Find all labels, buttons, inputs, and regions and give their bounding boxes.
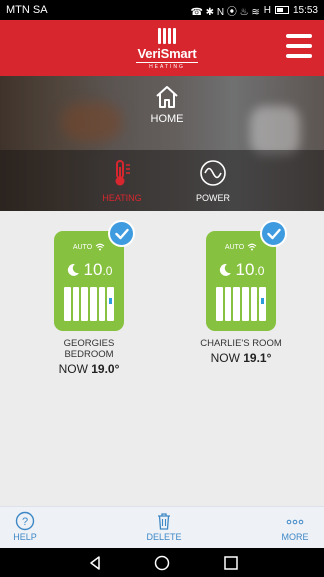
clock: 15:53 [292,4,318,16]
now-value: 19.0° [91,362,120,376]
help-button[interactable]: ? HELP [8,511,42,542]
svg-text:?: ? [22,516,28,528]
radiator-icon [216,287,267,321]
app-header: VeriSmart HEATING [0,20,324,76]
room-tile[interactable]: AUTO 10.0 [54,220,135,331]
setpoint-whole: 10 [235,260,255,279]
tab-heating-label: HEATING [102,193,142,203]
brand-name: VeriSmart [135,46,199,63]
room-setpoint: 10.0 [54,260,124,280]
back-icon[interactable] [86,554,104,572]
help-label: HELP [13,532,37,542]
checkmark-icon[interactable] [260,220,287,247]
radiator-icon [64,287,115,321]
more-label: MORE [281,532,309,542]
now-label: NOW [58,362,88,376]
recents-icon[interactable] [222,554,240,572]
now-value: 19.1° [243,351,272,365]
more-dots-icon [286,519,304,525]
system-nav-bar [0,548,324,577]
room-card[interactable]: AUTO 10.0 GEORGIES BEDROOM NOW 19.0° [42,220,136,376]
room-current-temp: NOW 19.1° [194,351,288,365]
tab-heating[interactable]: HEATING [92,159,152,207]
setpoint-fraction: .0 [102,264,113,278]
wifi-icon [247,243,257,251]
tab-home-label: HOME [150,113,184,125]
tab-home[interactable]: HOME [137,84,197,132]
help-icon: ? [15,511,35,531]
room-mode-label: AUTO [72,243,93,251]
setpoint-whole: 10 [83,260,103,279]
verismart-logo: VeriSmart HEATING [132,28,202,70]
status-bar: MTN SA ☎ ✱ N ⦿ ♨ ≋ H 15:53 [0,0,324,20]
room-tile[interactable]: AUTO 10.0 [206,220,287,331]
trash-icon [158,513,170,530]
carrier-name: MTN SA [6,4,48,16]
battery-icon [274,6,289,14]
brand-subtitle: HEATING [149,64,185,70]
power-wave-icon [200,160,226,186]
tab-power-label: POWER [195,193,230,203]
checkmark-icon[interactable] [108,220,135,247]
room-setpoint: 10.0 [206,260,276,280]
network-type: H [263,4,271,16]
delete-label: DELETE [146,532,182,542]
room-current-temp: NOW 19.0° [42,362,136,376]
home-nav-icon[interactable] [153,554,171,572]
rooms-grid: AUTO 10.0 GEORGIES BEDROOM NOW 19.0° AUT… [0,211,324,506]
hamburger-icon[interactable] [286,34,312,58]
wifi-icon [95,243,105,251]
room-card[interactable]: AUTO 10.0 CHARLIE'S ROOM NOW 19.1° [194,220,288,365]
room-name: GEORGIES BEDROOM [63,338,115,360]
tab-power[interactable]: POWER [183,159,243,207]
thermometer-icon [115,160,130,186]
delete-button[interactable]: DELETE [144,511,184,542]
bottom-action-bar: ? HELP DELETE MORE [0,506,324,548]
moon-icon [67,263,79,276]
moon-icon [219,263,231,276]
more-button[interactable]: MORE [278,511,312,542]
status-icons: ☎ ✱ N ⦿ ♨ ≋ H 15:53 [190,3,318,18]
status-glyphs: ☎ ✱ N ⦿ ♨ ≋ [190,6,260,18]
room-name: CHARLIE'S ROOM [200,338,282,349]
setpoint-fraction: .0 [254,264,265,278]
now-label: NOW [210,351,240,365]
radiator-logo-icon [156,28,178,44]
room-mode-label: AUTO [224,243,245,251]
tabs-hero: HOME HEATING POWER [0,76,324,211]
home-icon [156,86,178,108]
